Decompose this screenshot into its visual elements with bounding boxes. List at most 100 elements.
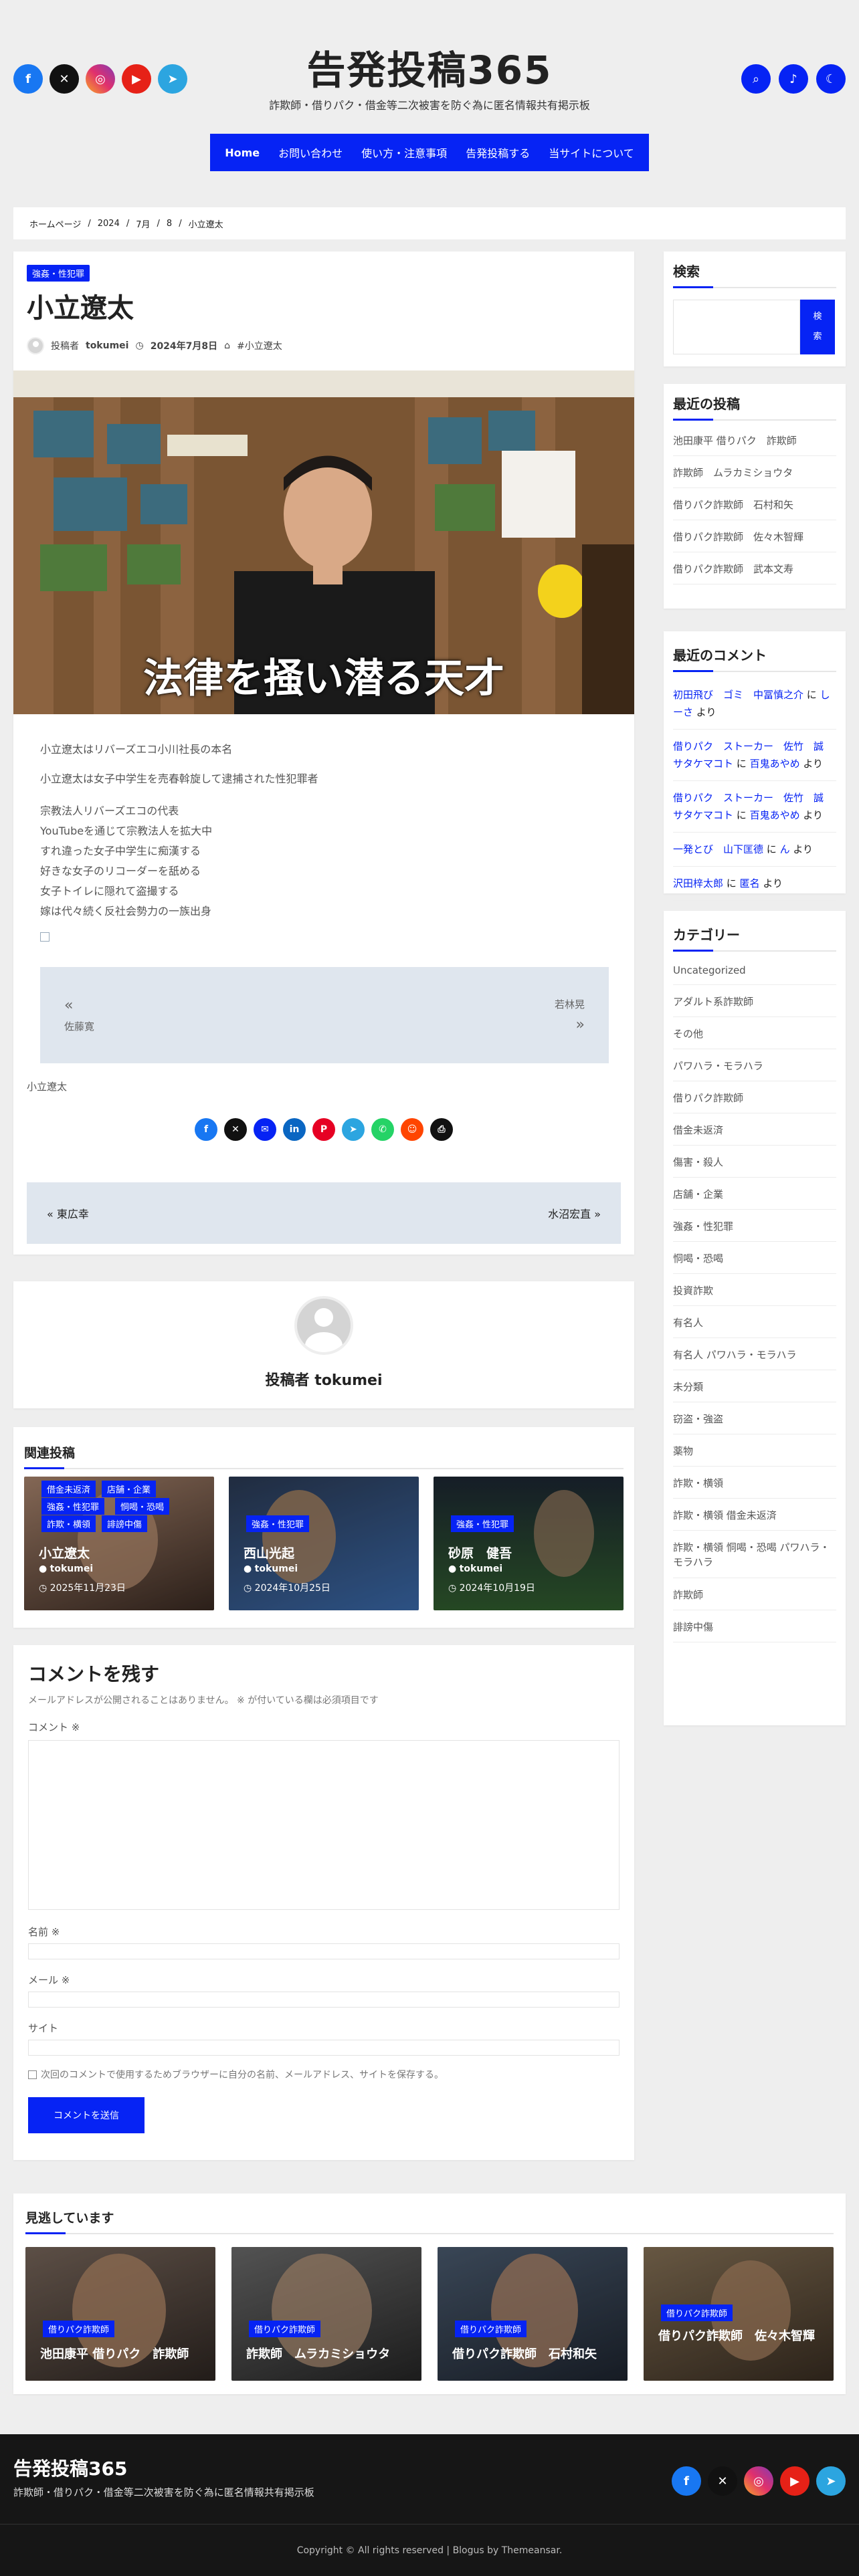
category-link[interactable]: 傷害・殺人 xyxy=(673,1146,836,1178)
comment-author-link[interactable]: 初田飛び ゴミ 中冨慎之介 xyxy=(673,689,803,701)
post-date[interactable]: 2024年7月8日 xyxy=(151,339,217,352)
related-tag[interactable]: 借金未返済 xyxy=(41,1481,96,1497)
author-box-name[interactable]: 投稿者 tokumei xyxy=(13,1368,634,1390)
bell-icon[interactable]: ♪ xyxy=(779,64,808,94)
recent-post-link[interactable]: 池田康平 借りパク 詐欺師 xyxy=(673,424,836,456)
related-post-title[interactable]: 小立遼太 xyxy=(39,1543,90,1562)
facebook-icon[interactable]: f xyxy=(672,2466,701,2496)
missed-post-title[interactable]: 借りパク詐欺師 佐々木智輝 xyxy=(658,2329,819,2345)
missed-card[interactable]: 借りパク詐欺師 借りパク詐欺師 佐々木智輝 xyxy=(644,2247,834,2381)
missed-tag[interactable]: 借りパク詐欺師 xyxy=(43,2321,115,2337)
category-link[interactable]: アダルト系詐欺師 xyxy=(673,985,836,1017)
share-telegram-icon[interactable]: ➤ xyxy=(342,1118,365,1141)
related-post-title[interactable]: 西山光起 xyxy=(244,1543,294,1562)
category-link[interactable]: 詐欺・横領 借金未返済 xyxy=(673,1499,836,1531)
comment-textarea[interactable] xyxy=(28,1740,619,1910)
missed-tag[interactable]: 借りパク詐欺師 xyxy=(249,2321,321,2337)
recent-post-link[interactable]: 詐欺師 ムラカミショウタ xyxy=(673,456,836,488)
category-link[interactable]: 未分類 xyxy=(673,1370,836,1402)
missed-post-title[interactable]: 借りパク詐欺師 石村和矢 xyxy=(452,2345,597,2362)
recent-post-link[interactable]: 借りパク詐欺師 佐々木智輝 xyxy=(673,520,836,552)
category-link[interactable]: 詐欺師 xyxy=(673,1578,836,1610)
name-input[interactable] xyxy=(28,1943,619,1959)
share-facebook-icon[interactable]: f xyxy=(195,1118,217,1141)
category-link[interactable]: 投資詐欺 xyxy=(673,1274,836,1306)
recent-post-link[interactable]: 借りパク詐欺師 武本文寿 xyxy=(673,552,836,584)
category-link[interactable]: 有名人 xyxy=(673,1306,836,1338)
youtube-icon[interactable]: ▶ xyxy=(780,2466,809,2496)
category-badge[interactable]: 強姦・性犯罪 xyxy=(27,265,90,282)
missed-card[interactable]: 借りパク詐欺師 借りパク詐欺師 石村和矢 xyxy=(438,2247,628,2381)
nav-about[interactable]: 当サイトについて xyxy=(549,144,634,160)
related-tag[interactable]: 強姦・性犯罪 xyxy=(41,1498,105,1515)
author-box-avatar[interactable] xyxy=(294,1296,353,1355)
sidebar-search-button[interactable]: 検索 xyxy=(800,300,835,354)
related-tag[interactable]: 誹謗中傷 xyxy=(102,1515,148,1532)
nav-contact[interactable]: お問い合わせ xyxy=(278,144,343,160)
share-pinterest-icon[interactable]: P xyxy=(312,1118,335,1141)
category-link[interactable]: 借りパク詐欺師 xyxy=(673,1081,836,1113)
comment-post-link[interactable]: ん xyxy=(780,843,790,855)
share-whatsapp-icon[interactable]: ✆ xyxy=(371,1118,394,1141)
category-link[interactable]: 詐欺・横領 恫喝・恐喝 パワハラ・モラハラ xyxy=(673,1531,836,1578)
comment-post-link[interactable]: 匿名 xyxy=(740,877,760,889)
post-footer-tag[interactable]: 小立遼太 xyxy=(27,1079,67,1093)
comment-author-link[interactable]: 沢田梓太郎 xyxy=(673,877,723,889)
recent-post-link[interactable]: 借りパク詐欺師 石村和矢 xyxy=(673,488,836,520)
related-card[interactable]: 強姦・性犯罪 砂原 健吾 ● tokumei ◷ 2024年10月19日 xyxy=(434,1477,624,1610)
related-card[interactable]: 借金未返済 店舗・企業 強姦・性犯罪 恫喝・恐喝 詐欺・横領 誹謗中傷 小立遼太… xyxy=(24,1477,214,1610)
site-title[interactable]: 告発投稿365 xyxy=(0,39,859,95)
category-link[interactable]: 薬物 xyxy=(673,1434,836,1467)
next-post-link[interactable]: 水沼宏直 » xyxy=(548,1205,601,1221)
missed-tag[interactable]: 借りパク詐欺師 xyxy=(661,2304,733,2321)
instagram-icon[interactable]: ◎ xyxy=(744,2466,773,2496)
sidebar-search-input[interactable] xyxy=(673,300,800,354)
missed-post-title[interactable]: 詐欺師 ムラカミショウタ xyxy=(246,2345,390,2362)
missed-tag[interactable]: 借りパク詐欺師 xyxy=(455,2321,527,2337)
author-link[interactable]: tokumei xyxy=(86,340,128,351)
breadcrumb-month[interactable]: 7月 xyxy=(136,217,150,230)
related-post-title[interactable]: 砂原 健吾 xyxy=(448,1543,512,1562)
footer-title[interactable]: 告発投稿365 xyxy=(13,2454,127,2481)
nav-usage[interactable]: 使い方・注意事項 xyxy=(361,144,447,160)
related-tag[interactable]: 恫喝・恐喝 xyxy=(115,1498,170,1515)
category-link[interactable]: 有名人 パワハラ・モラハラ xyxy=(673,1338,836,1370)
share-reddit-icon[interactable]: ☺ xyxy=(401,1118,423,1141)
save-info-checkbox[interactable] xyxy=(28,2070,37,2079)
category-link[interactable]: 恫喝・恐喝 xyxy=(673,1242,836,1274)
related-card[interactable]: 強姦・性犯罪 西山光起 ● tokumei ◷ 2024年10月25日 xyxy=(229,1477,419,1610)
missed-card[interactable]: 借りパク詐欺師 池田康平 借りパク 詐欺師 xyxy=(25,2247,215,2381)
prev-post-link[interactable]: « 東広幸 xyxy=(47,1205,89,1221)
search-icon[interactable]: ⌕ xyxy=(741,64,771,94)
share-x-icon[interactable]: ✕ xyxy=(224,1118,247,1141)
related-tag[interactable]: 強姦・性犯罪 xyxy=(246,1515,310,1532)
comment-author-link[interactable]: 一発とび 山下匡德 xyxy=(673,843,763,855)
category-link[interactable]: その他 xyxy=(673,1017,836,1049)
email-input[interactable] xyxy=(28,1992,619,2008)
x-icon[interactable]: ✕ xyxy=(708,2466,737,2496)
submit-comment-button[interactable]: コメントを送信 xyxy=(28,2097,145,2133)
inline-prev[interactable]: « 佐藤寛 xyxy=(64,997,94,1033)
missed-card[interactable]: 借りパク詐欺師 詐欺師 ムラカミショウタ xyxy=(231,2247,421,2381)
site-input[interactable] xyxy=(28,2040,619,2056)
comment-post-link[interactable]: 百鬼あやめ xyxy=(750,809,800,821)
breadcrumb-day[interactable]: 8 xyxy=(167,219,172,229)
share-email-icon[interactable]: ✉ xyxy=(254,1118,276,1141)
category-link[interactable]: 詐欺・横領 xyxy=(673,1467,836,1499)
share-linkedin-icon[interactable]: in xyxy=(283,1118,306,1141)
missed-post-title[interactable]: 池田康平 借りパク 詐欺師 xyxy=(40,2345,189,2362)
inline-next[interactable]: 若林晃 » xyxy=(555,997,585,1033)
breadcrumb-year[interactable]: 2024 xyxy=(98,219,120,229)
category-link[interactable]: Uncategorized xyxy=(673,955,836,985)
related-tag[interactable]: 店舗・企業 xyxy=(102,1481,157,1497)
category-link[interactable]: 誹謗中傷 xyxy=(673,1610,836,1642)
category-link[interactable]: 店舗・企業 xyxy=(673,1178,836,1210)
related-tag[interactable]: 詐欺・横領 xyxy=(41,1515,96,1532)
category-link[interactable]: 強姦・性犯罪 xyxy=(673,1210,836,1242)
nav-submit[interactable]: 告発投稿する xyxy=(466,144,530,160)
print-icon[interactable]: ⎙ xyxy=(430,1118,453,1141)
category-link[interactable]: パワハラ・モラハラ xyxy=(673,1049,836,1081)
post-tag[interactable]: #小立遼太 xyxy=(237,339,282,352)
related-tag[interactable]: 強姦・性犯罪 xyxy=(451,1515,514,1532)
category-link[interactable]: 借金未返済 xyxy=(673,1113,836,1146)
